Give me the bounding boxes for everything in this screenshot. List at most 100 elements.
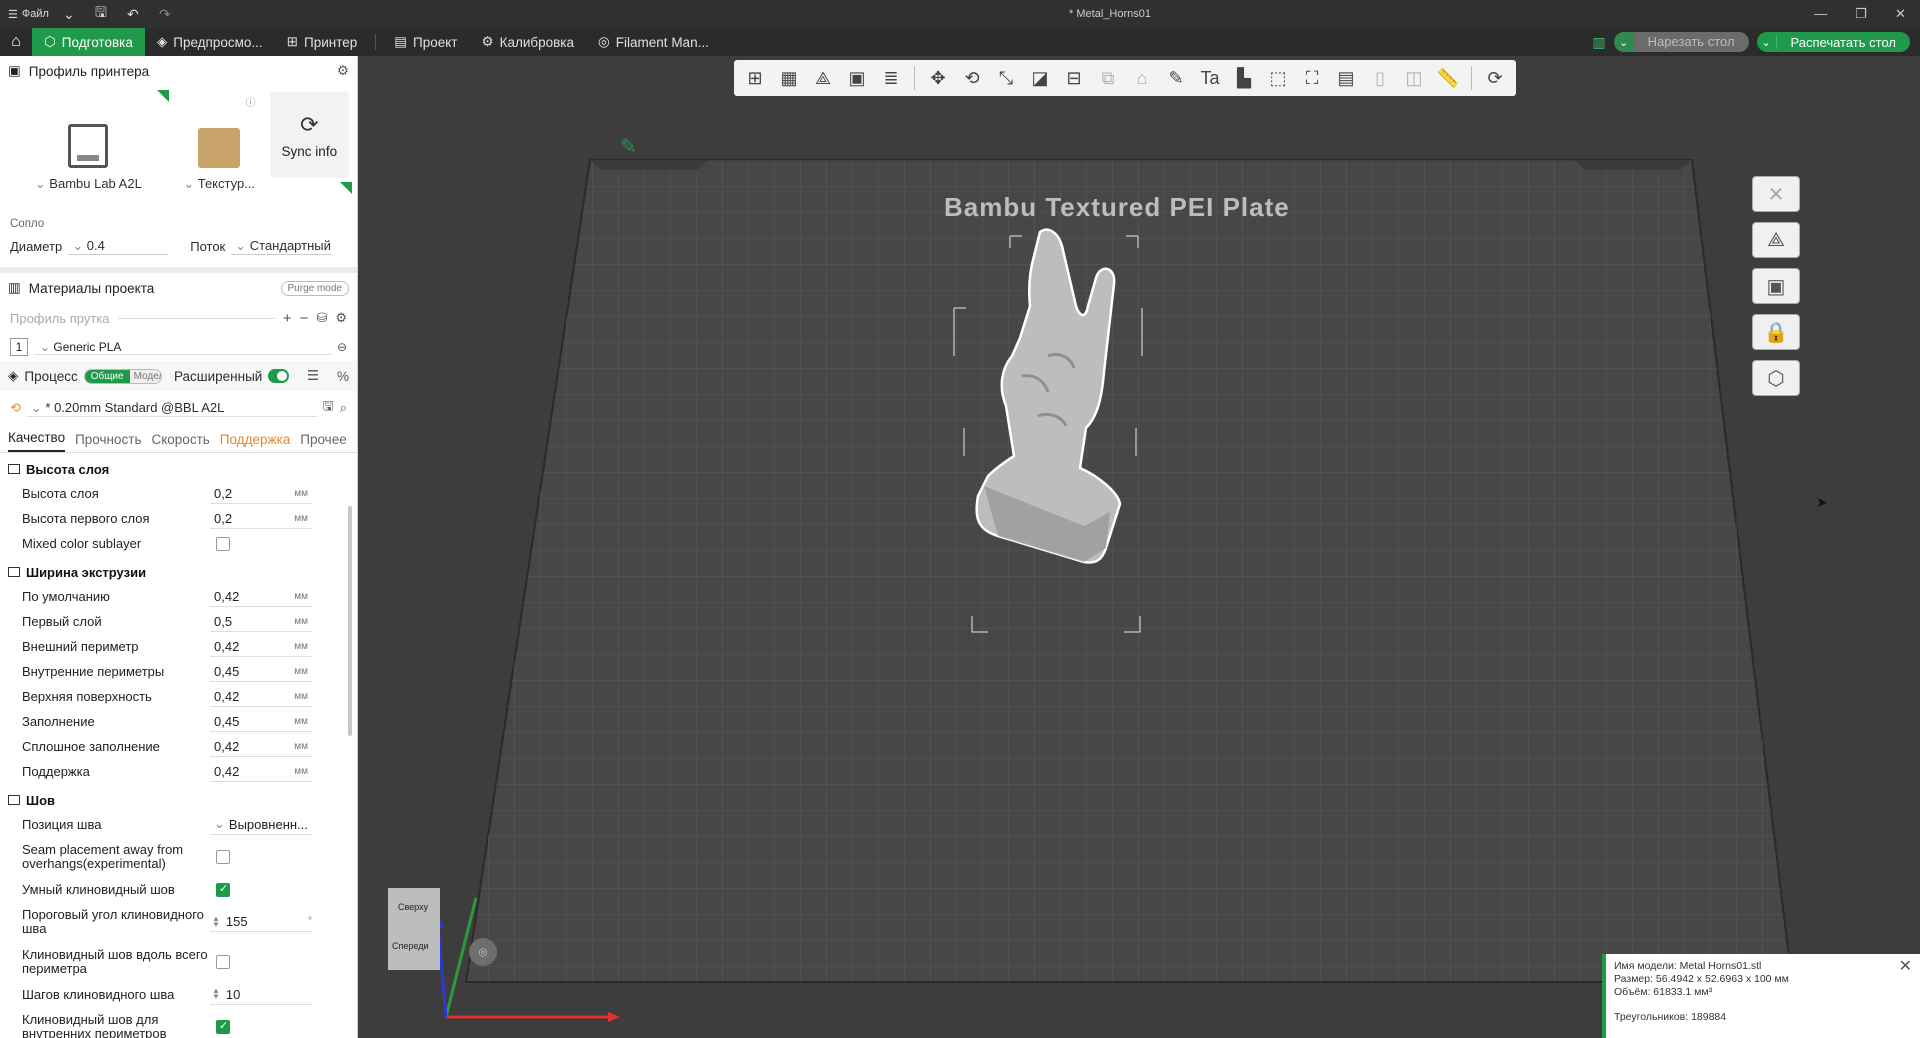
home-icon[interactable]: ⌂ [0,28,32,56]
tab-strength[interactable]: Прочность [75,432,141,452]
seam-position-select[interactable]: ⌄ Выровненн... [210,815,312,835]
info-icon[interactable]: ⓘ [246,94,256,109]
chevron-down-icon[interactable]: ⌄ [1614,36,1634,49]
slice-plate-button[interactable]: ⌄ Нарезать стол [1613,32,1749,52]
lock-plate-icon[interactable]: 🔒 [1752,314,1800,350]
undo-icon[interactable]: ↶ [121,6,145,23]
seam-away-checkbox[interactable] [216,850,230,864]
width-input[interactable]: 0,42 мм [210,637,312,657]
save-icon[interactable]: 🖫 [89,2,113,26]
support-paint-icon[interactable]: ⌂ [1127,64,1157,92]
first-layer-height-input[interactable]: 0,2 мм [210,509,312,529]
zero-icon[interactable]: ▯ [1365,64,1395,92]
add-plate-icon[interactable]: ▦ [774,64,804,92]
global-object-toggle[interactable]: Общие Модели [83,368,162,384]
flow-select[interactable]: ⌄ Стандартный [231,238,332,255]
restore-icon[interactable]: ❐ [1855,6,1867,22]
filament-select[interactable]: ⌄ Generic PLA [34,340,331,355]
measure-height-icon[interactable]: ▙ [1229,64,1259,92]
lay-on-face-icon[interactable]: ◪ [1025,64,1055,92]
move-icon[interactable]: ✥ [923,64,953,92]
arrange-plate-icon[interactable]: ▣ [1752,268,1800,304]
placeholder-icon[interactable]: ◫ [1399,64,1429,92]
plate-select[interactable]: ⓘ ⌄ Текстур... [176,90,262,202]
gear-icon[interactable]: ⚙ [335,310,347,326]
scale-icon[interactable]: ⤡ [991,64,1021,92]
arrange-icon[interactable]: ▣ [842,64,872,92]
text-icon[interactable]: Ta [1195,64,1225,92]
minimize-icon[interactable]: — [1814,6,1827,22]
ruler-icon[interactable]: 📏 [1433,64,1463,92]
view-cube[interactable]: Сверху Спереди [388,888,440,970]
file-menu[interactable]: ☰ Файл [8,8,49,21]
tab-others[interactable]: Прочее [300,432,346,452]
scarf-inner-walls-checkbox[interactable] [216,1019,230,1034]
search-icon[interactable]: ⌕ [340,400,347,416]
tab-speed[interactable]: Скорость [151,432,209,452]
delete-plate-icon[interactable]: ✕ [1752,176,1800,212]
tab-quality[interactable]: Качество [8,430,66,452]
scarf-angle-stepper[interactable]: ▲ ▼ 155 ° [210,912,312,932]
rotate-icon[interactable]: ⟲ [957,64,987,92]
width-input[interactable]: 0,45 мм [210,662,312,682]
boolean-icon[interactable]: ⧉ [1093,64,1123,92]
stepper-arrows-icon[interactable]: ▲ ▼ [212,987,220,1001]
tab-printer[interactable]: ⊞ Принтер [275,28,370,56]
fit-icon[interactable]: ⛶ [1297,64,1327,92]
camera-icon[interactable]: ⌾ [469,938,497,966]
layer-height-input[interactable]: 0,2 мм [210,484,312,504]
assembly-view-icon[interactable]: ⟳ [1480,64,1510,92]
auto-orient-icon[interactable]: ⟁ [808,64,838,92]
process-preset-select[interactable]: ⌄ * 0.20mm Standard @BBL A2L [26,400,317,417]
width-input[interactable]: 0,5 мм [210,612,312,632]
tab-project[interactable]: ▤ Проект [382,28,469,56]
redo-icon[interactable]: ↷ [153,6,177,23]
advanced-switch[interactable] [268,369,289,383]
add-icon[interactable]: + [283,310,292,327]
print-plate-button[interactable]: ⌄ Распечатать стол [1756,32,1910,52]
percent-icon[interactable]: % [337,369,349,384]
seam-paint-icon[interactable]: ✎ [1161,64,1191,92]
filament-slot-number[interactable]: 1 [10,338,28,356]
printer-select[interactable]: ⌄ Bambu Lab A2L [8,90,169,202]
width-input[interactable]: 0,42 мм [210,737,312,757]
edit-plate-name-icon[interactable]: ✎ [620,134,637,159]
chevron-down-icon[interactable]: ⌄ [57,6,81,23]
smart-scarf-checkbox[interactable] [216,882,230,897]
purge-mode-button[interactable]: Purge mode [280,280,349,296]
plate-settings-icon[interactable]: ⬡ [1752,360,1800,396]
3d-viewport[interactable]: Bambu Textured PEI Plate ⊞ ▦ ⟁ ▣ ≣ ✥ ⟲ ⤡… [358,56,1920,1038]
diameter-select[interactable]: ⌄ 0.4 [68,238,169,255]
width-input[interactable]: 0,42 мм [210,762,312,782]
variable-layer-icon[interactable]: ▤ [1331,64,1361,92]
filament-sync-icon[interactable]: ⛁ [316,310,327,326]
width-input[interactable]: 0,42 мм [210,587,312,607]
save-preset-icon[interactable]: 🖫 [323,397,334,419]
width-input[interactable]: 0,45 мм [210,712,312,732]
reset-icon[interactable]: ⟲ [10,400,21,416]
stepper-arrows-icon[interactable]: ▲ ▼ [212,914,220,928]
chevron-down-icon[interactable]: ⌄ [1757,35,1777,49]
tab-preview[interactable]: ◈ Предпросмо... [145,28,275,56]
add-object-icon[interactable]: ⊞ [740,64,770,92]
mixed-color-checkbox[interactable] [216,536,230,551]
scarf-steps-stepper[interactable]: ▲ ▼ 10 [210,985,312,1005]
close-icon[interactable]: ✕ [1899,959,1912,975]
cube-view-icon[interactable]: ⬚ [1263,64,1293,92]
tab-prepare[interactable]: ⬡ Подготовка [32,28,145,56]
gear-icon[interactable]: ⚙ [337,63,349,79]
scarf-entire-loop-checkbox[interactable] [216,955,230,969]
remove-icon[interactable]: − [300,310,309,327]
split-layers-icon[interactable]: ≣ [876,64,906,92]
tab-support[interactable]: Поддержка [220,432,290,452]
layout-icon[interactable]: ▥ [1592,34,1605,51]
tab-filament-manager[interactable]: ◎ Filament Man... [586,28,721,56]
sync-info-button[interactable]: ⟳ Sync info [269,92,349,178]
auto-orient-plate-icon[interactable]: ⟁ [1752,222,1800,258]
width-input[interactable]: 0,42 мм [210,687,312,707]
tab-calibration[interactable]: ⚙ Калибровка [469,28,586,56]
sidebar-scrollbar[interactable] [348,506,352,736]
list-icon[interactable]: ☰ [307,368,319,384]
close-window-icon[interactable]: ✕ [1895,6,1906,22]
cut-icon[interactable]: ⊟ [1059,64,1089,92]
